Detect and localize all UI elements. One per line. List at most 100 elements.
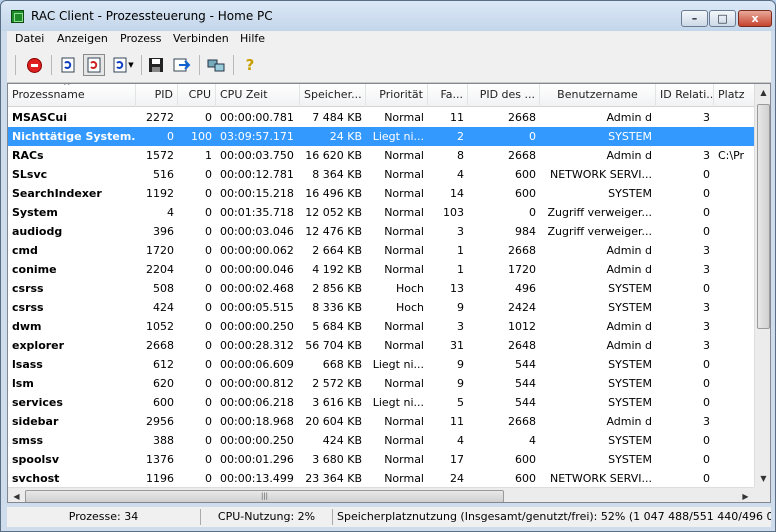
close-button[interactable]: x: [738, 10, 772, 27]
table-cell: 0: [703, 396, 710, 409]
table-cell: 17: [450, 453, 464, 466]
maximize-button[interactable]: □: [709, 10, 736, 27]
connect-icon: [207, 59, 225, 72]
table-cell: Normal: [384, 339, 424, 352]
save-button[interactable]: [145, 54, 167, 76]
table-cell: smss: [12, 434, 44, 447]
table-cell: dwm: [12, 320, 42, 333]
table-cell: Hoch: [395, 282, 424, 295]
menu-datei[interactable]: Datei: [15, 32, 44, 45]
menu-prozess[interactable]: Prozess: [120, 32, 161, 45]
vertical-scrollbar[interactable]: ▲ ▼: [754, 84, 770, 487]
table-cell: 00:00:00.046: [220, 263, 294, 276]
table-cell: csrss: [12, 301, 44, 314]
table-cell: 620: [153, 377, 174, 390]
table-cell: 0: [205, 453, 212, 466]
column-header-4[interactable]: Speicher...: [300, 84, 366, 107]
table-cell: 2668: [508, 415, 536, 428]
table-cell: 1: [457, 263, 464, 276]
table-cell: 31: [450, 339, 464, 352]
table-cell: 2 572 KB: [312, 377, 362, 390]
stop-process-icon: [26, 57, 42, 73]
table-cell: 00:00:06.609: [220, 358, 294, 371]
table-row[interactable]: lsm 620 0 00:00:00.812 2 572 KB Normal 9 544 SYS…: [8, 374, 754, 393]
table-cell: 0: [205, 282, 212, 295]
window-title: RAC Client - Prozessteuerung - Home PC: [31, 9, 273, 23]
table-cell: 0: [205, 187, 212, 200]
table-cell: 56 704 KB: [305, 339, 362, 352]
refresh-interval-dropdown[interactable]: ▼: [109, 54, 137, 76]
stop-process-button[interactable]: [23, 54, 45, 76]
table-row[interactable]: csrss 424 0 00:00:05.515 8 336 KB Hoch 9 2424 SY…: [8, 298, 754, 317]
scroll-up-arrow-icon[interactable]: ▲: [755, 84, 770, 101]
column-header-6[interactable]: Fa...: [428, 84, 468, 107]
scroll-left-arrow-icon[interactable]: ◀: [8, 488, 25, 502]
process-list[interactable]: ProzessnamePIDCPUCPU ZeitSpeicher...Prio…: [7, 83, 771, 503]
column-header-8[interactable]: Benutzername: [540, 84, 656, 107]
table-row[interactable]: lsass 612 0 00:00:06.609 668 KB Liegt ni... 9 5…: [8, 355, 754, 374]
table-row[interactable]: System 4 0 00:01:35.718 12 052 KB Normal 103 0 Z…: [8, 203, 754, 222]
menu-hilfe[interactable]: Hilfe: [240, 32, 265, 45]
table-row[interactable]: SearchIndexer 1192 0 00:00:15.218 16 496 KB N…: [8, 184, 754, 203]
vertical-scroll-thumb[interactable]: [757, 104, 770, 329]
table-cell: 11: [450, 111, 464, 124]
table-row[interactable]: SLsvc 516 0 00:00:12.781 8 364 KB Normal 4 600 N…: [8, 165, 754, 184]
table-cell: 12 476 KB: [305, 225, 362, 238]
table-cell: 0: [205, 320, 212, 333]
scroll-right-arrow-icon[interactable]: ▶: [737, 488, 754, 502]
horizontal-scrollbar[interactable]: ◀ ||| ▶: [8, 487, 754, 502]
connect-button[interactable]: [205, 54, 227, 76]
table-row[interactable]: audiodg 396 0 00:00:03.046 12 476 KB Normal 3 9…: [8, 222, 754, 241]
table-cell: 5: [457, 396, 464, 409]
table-cell: 2204: [146, 263, 174, 276]
table-cell: 0: [205, 206, 212, 219]
scroll-down-arrow-icon[interactable]: ▼: [755, 470, 770, 487]
table-cell: Normal: [384, 244, 424, 257]
table-cell: 0: [205, 472, 212, 485]
table-row[interactable]: csrss 508 0 00:00:02.468 2 856 KB Hoch 13 496 SY…: [8, 279, 754, 298]
column-header-0[interactable]: Prozessname: [8, 84, 136, 107]
column-header: ProzessnamePIDCPUCPU ZeitSpeicher...Prio…: [8, 84, 770, 107]
column-header-7[interactable]: PID des ...: [468, 84, 540, 107]
table-row[interactable]: Nichttätige System... 0 100 03:09:57.171 24 …: [8, 127, 754, 146]
table-cell: 20 604 KB: [305, 415, 362, 428]
export-button[interactable]: [171, 54, 193, 76]
horizontal-scroll-thumb[interactable]: |||: [25, 490, 504, 502]
table-row[interactable]: sidebar 2956 0 00:00:18.968 20 604 KB Normal 1…: [8, 412, 754, 431]
table-cell: 9: [457, 358, 464, 371]
menu-verbinden[interactable]: Verbinden: [173, 32, 229, 45]
table-row[interactable]: services 600 0 00:00:06.218 3 616 KB Liegt ni…: [8, 393, 754, 412]
table-cell: 3: [703, 111, 710, 124]
column-header-2[interactable]: CPU: [178, 84, 216, 107]
table-cell: 2668: [146, 339, 174, 352]
table-cell: SLsvc: [12, 168, 48, 181]
table-cell: Admin d: [606, 263, 652, 276]
refresh-interval-icon: [113, 57, 127, 73]
title-bar[interactable]: RAC Client - Prozessteuerung - Home PC –…: [1, 1, 775, 31]
table-row[interactable]: spoolsv 1376 0 00:00:01.296 3 680 KB Normal 17…: [8, 450, 754, 469]
table-cell: 1376: [146, 453, 174, 466]
table-cell: svchost: [12, 472, 60, 485]
table-row[interactable]: explorer 2668 0 00:00:28.312 56 704 KB Normal…: [8, 336, 754, 355]
table-cell: 0: [703, 377, 710, 390]
table-cell: 388: [153, 434, 174, 447]
menu-anzeigen[interactable]: Anzeigen: [57, 32, 108, 45]
table-row[interactable]: cmd 1720 0 00:00:00.062 2 664 KB Normal 1 2668 A…: [8, 241, 754, 260]
column-header-9[interactable]: ID Relati...: [656, 84, 714, 107]
table-cell: 0: [167, 130, 174, 143]
table-row[interactable]: svchost 1196 0 00:00:13.499 23 364 KB Normal 2…: [8, 469, 754, 488]
refresh-button[interactable]: [57, 54, 79, 76]
column-header-1[interactable]: PID: [136, 84, 178, 107]
minimize-button[interactable]: –: [681, 10, 708, 27]
table-row[interactable]: smss 388 0 00:00:00.250 424 KB Normal 4 4 SYSTEM…: [8, 431, 754, 450]
table-row[interactable]: dwm 1052 0 00:00:00.250 5 684 KB Normal 3 1012 A…: [8, 317, 754, 336]
auto-refresh-button[interactable]: [83, 54, 105, 76]
table-row[interactable]: conime 2204 0 00:00:00.046 4 192 KB Normal 1 17…: [8, 260, 754, 279]
table-cell: 00:00:13.499: [220, 472, 294, 485]
help-button[interactable]: ?: [239, 54, 261, 76]
table-row[interactable]: MSASCui 2272 0 00:00:00.781 7 484 KB Normal 11…: [8, 108, 754, 127]
table-row[interactable]: RACs 1572 1 00:00:03.750 16 620 KB Normal 8 266…: [8, 146, 754, 165]
column-header-3[interactable]: CPU Zeit: [216, 84, 300, 107]
column-header-5[interactable]: Priorität: [366, 84, 428, 107]
table-cell: 0: [205, 415, 212, 428]
